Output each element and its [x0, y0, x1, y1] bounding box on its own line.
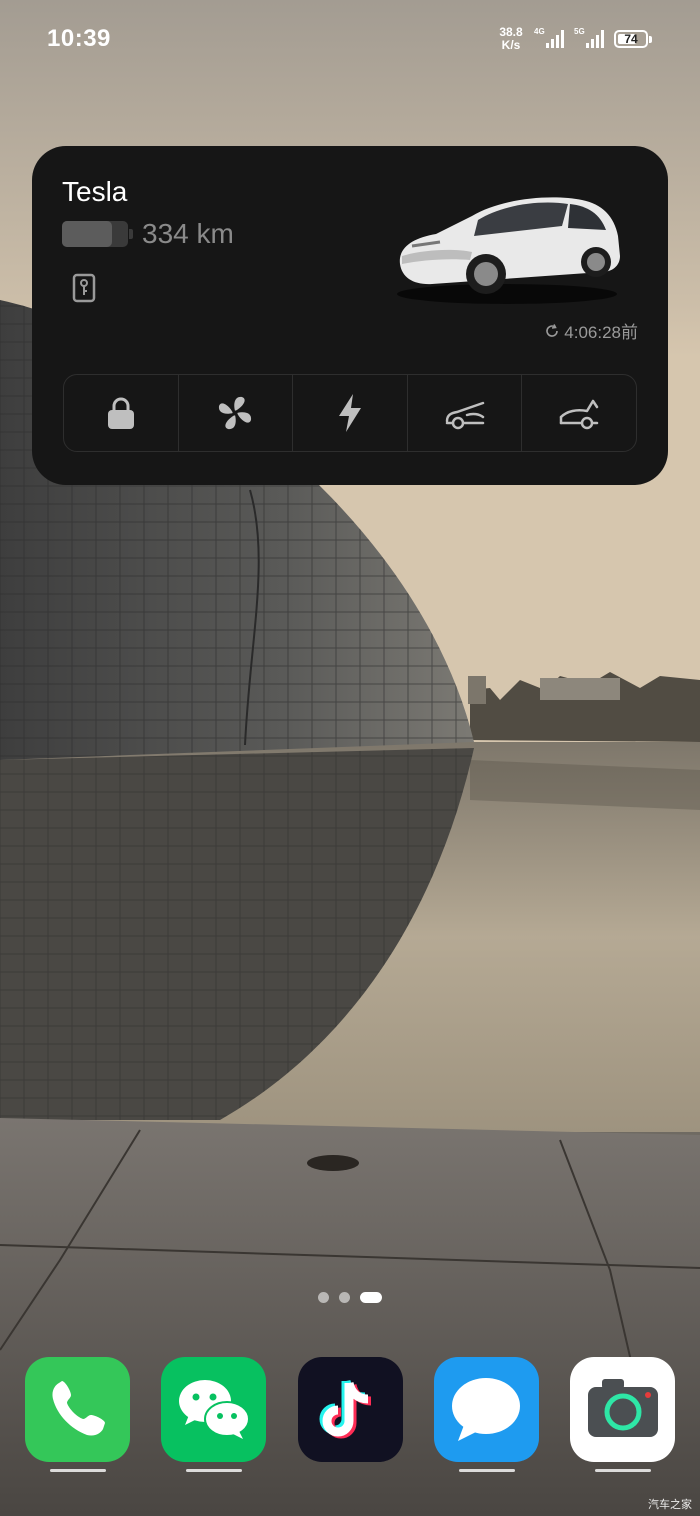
app-running-indicator [595, 1469, 651, 1472]
frunk-icon [445, 401, 484, 430]
signal-4g: 4G [534, 27, 568, 54]
lock-button[interactable] [64, 375, 179, 451]
car-battery-tip [129, 229, 133, 239]
tiktok-app-icon[interactable] [298, 1357, 403, 1462]
charge-button[interactable] [293, 375, 408, 451]
frunk-button[interactable] [408, 375, 523, 451]
range-value: 334 km [142, 218, 234, 249]
battery-indicator: 74 [614, 30, 652, 48]
trunk-icon [559, 399, 599, 430]
network-speed-unit: K/s [501, 38, 521, 52]
fan-icon [219, 396, 252, 430]
app-running-indicator [186, 1469, 242, 1472]
lock-icon [107, 397, 134, 429]
key-card-icon [72, 273, 96, 308]
battery-tip [649, 36, 652, 43]
page-dot[interactable] [339, 1292, 350, 1303]
page-indicator[interactable] [0, 1292, 700, 1303]
last-updated: 4:06:28前 [545, 318, 638, 343]
app-dock [0, 1357, 700, 1472]
lightning-icon [338, 394, 361, 432]
phone-app-icon[interactable] [25, 1357, 130, 1462]
trunk-button[interactable] [522, 375, 636, 451]
signal-5g: 5G [574, 27, 610, 54]
tesla-widget[interactable]: Tesla 334 km 4:06:28前 [32, 146, 668, 485]
car-image [392, 186, 622, 316]
battery-percent: 74 [624, 32, 638, 46]
signal-4g-label: 4G [534, 27, 545, 36]
status-bar: 10:39 38.8 K/s 4G 5G 74 [0, 0, 700, 80]
range-row: 334 km [62, 216, 234, 252]
page-dot[interactable] [360, 1292, 382, 1303]
tiktok-icon [319, 1379, 372, 1439]
messages-app-icon[interactable] [434, 1357, 539, 1462]
phone-icon [52, 1381, 105, 1436]
app-running-indicator [50, 1469, 106, 1472]
app-running-indicator [459, 1469, 515, 1472]
page-dot[interactable] [318, 1292, 329, 1303]
widget-action-bar [63, 374, 637, 452]
wechat-app-icon[interactable] [161, 1357, 266, 1462]
car-battery-fill [62, 221, 112, 247]
messages-icon [452, 1378, 520, 1441]
last-updated-text: 4:06:28前 [564, 323, 638, 342]
car-battery-icon [62, 221, 133, 247]
refresh-icon [546, 323, 559, 337]
clock: 10:39 [47, 25, 111, 52]
network-speed: 38.8 K/s [496, 26, 526, 52]
wechat-icon [179, 1380, 250, 1439]
camera-icon [588, 1379, 658, 1437]
camera-app-icon[interactable] [570, 1357, 675, 1462]
car-name: Tesla [62, 176, 128, 207]
watermark-text: 汽车之家 [648, 1499, 692, 1511]
signal-5g-label: 5G [574, 27, 585, 36]
climate-button[interactable] [179, 375, 294, 451]
